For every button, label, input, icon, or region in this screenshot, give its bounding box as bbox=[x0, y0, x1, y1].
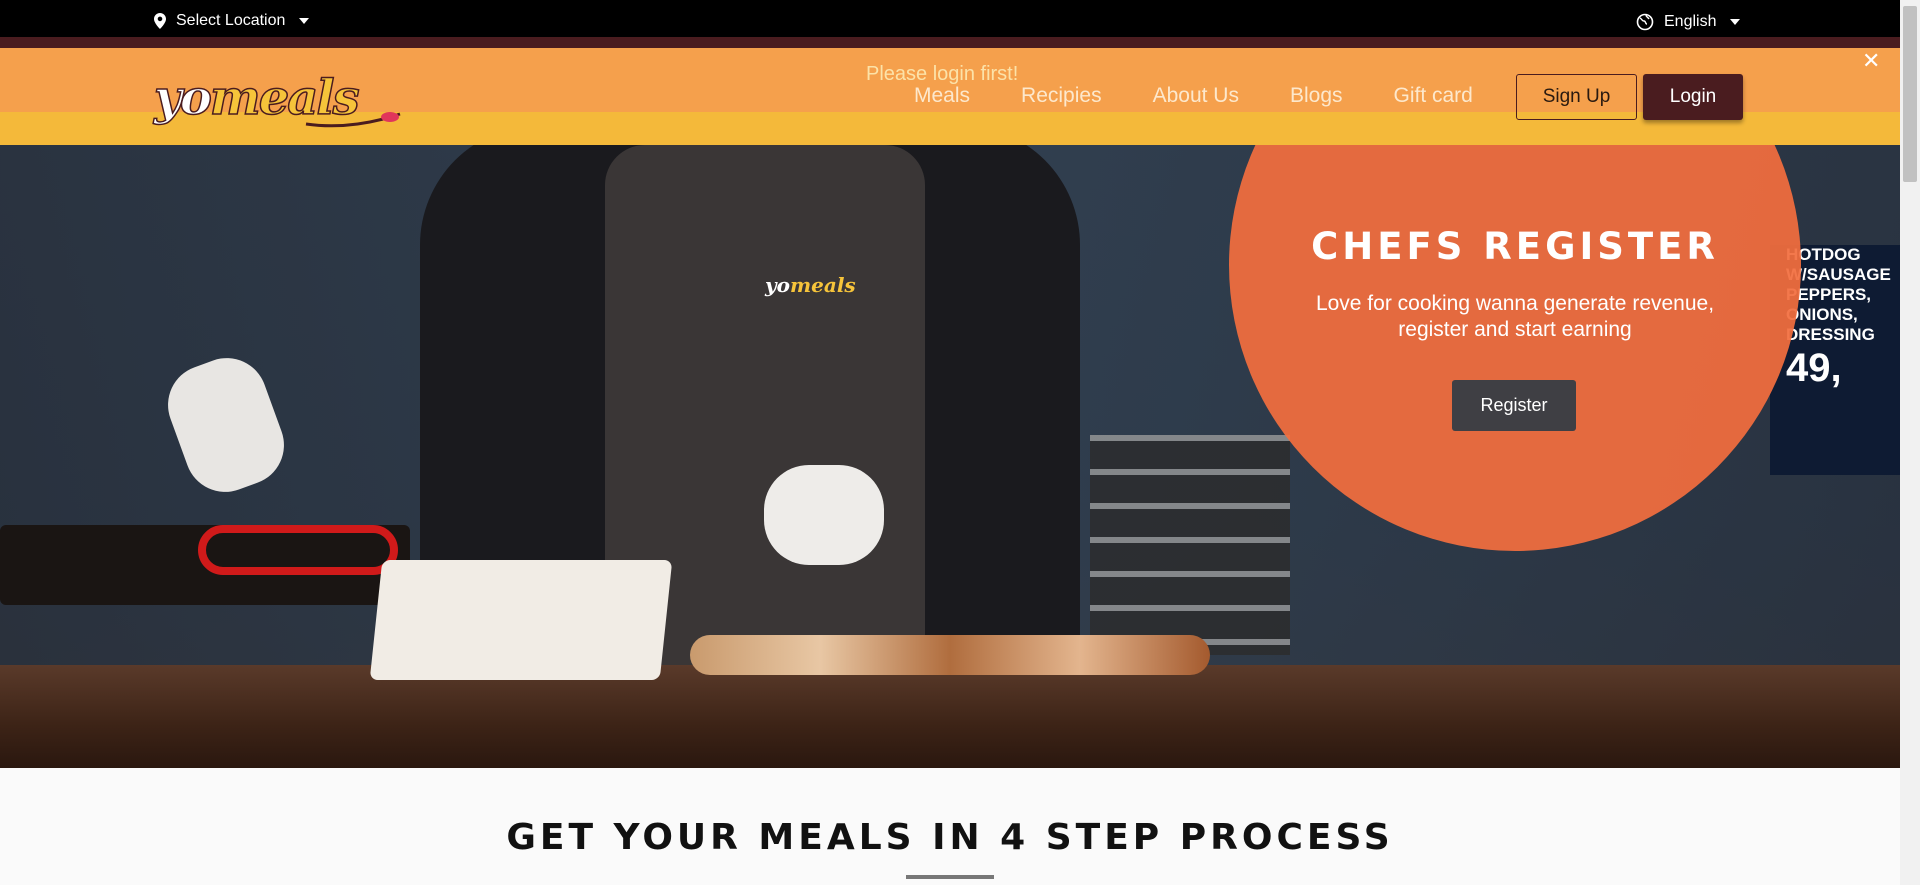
hero-pan-handle bbox=[198, 525, 398, 575]
location-selector[interactable]: Select Location bbox=[154, 12, 310, 30]
hero-trays bbox=[1090, 435, 1290, 655]
chefs-register-title: CHEFS REGISTER bbox=[1311, 225, 1719, 268]
login-button[interactable]: Login bbox=[1643, 74, 1743, 120]
language-selector[interactable]: English bbox=[1636, 13, 1741, 31]
steps-title-underline bbox=[906, 875, 994, 879]
yomeals-logo[interactable]: yomeals bbox=[153, 58, 401, 138]
steps-section-title: GET YOUR MEALS IN 4 STEP PROCESS bbox=[506, 817, 1394, 858]
nav-gift-card[interactable]: Gift card bbox=[1394, 84, 1473, 108]
chevron-down-icon bbox=[299, 18, 310, 24]
site-header: yomeals Please login first! Meals Recipi… bbox=[0, 48, 1900, 145]
sign-up-button[interactable]: Sign Up bbox=[1516, 74, 1637, 120]
location-label: Select Location bbox=[176, 12, 286, 29]
language-label: English bbox=[1664, 13, 1717, 30]
scrollbar-thumb[interactable] bbox=[1903, 6, 1917, 182]
chefs-register-subtitle: Love for cooking wanna generate revenue,… bbox=[1315, 292, 1715, 341]
nav-meals[interactable]: Meals bbox=[914, 84, 970, 108]
close-alert-icon[interactable]: ✕ bbox=[1862, 48, 1880, 74]
register-button[interactable]: Register bbox=[1452, 380, 1576, 431]
hero-counter bbox=[0, 665, 1900, 768]
hero-paper-stack bbox=[369, 560, 673, 680]
hero-glove-right bbox=[764, 465, 884, 565]
login-alert-message: Please login first! bbox=[866, 63, 1019, 85]
apron-logo: yomeals bbox=[765, 273, 856, 297]
chevron-down-icon bbox=[1730, 19, 1741, 25]
hero-food-row bbox=[690, 635, 1210, 675]
topbar-divider bbox=[0, 37, 1900, 48]
map-pin-icon bbox=[154, 13, 166, 29]
globe-icon bbox=[1636, 13, 1654, 31]
hero-banner: HOTDOG W/SAUSAGE PEPPERS, ONIONS, DRESSI… bbox=[0, 145, 1900, 768]
nav-about-us[interactable]: About Us bbox=[1153, 84, 1239, 108]
main-nav: Meals Recipies About Us Blogs Gift card bbox=[914, 84, 1473, 108]
nav-recipies[interactable]: Recipies bbox=[1021, 84, 1102, 108]
top-utility-bar: Select Location English bbox=[0, 0, 1900, 37]
nav-blogs[interactable]: Blogs bbox=[1290, 84, 1343, 108]
page: Select Location English yomeals Please l… bbox=[0, 0, 1920, 885]
logo-swoosh-icon bbox=[305, 112, 401, 128]
